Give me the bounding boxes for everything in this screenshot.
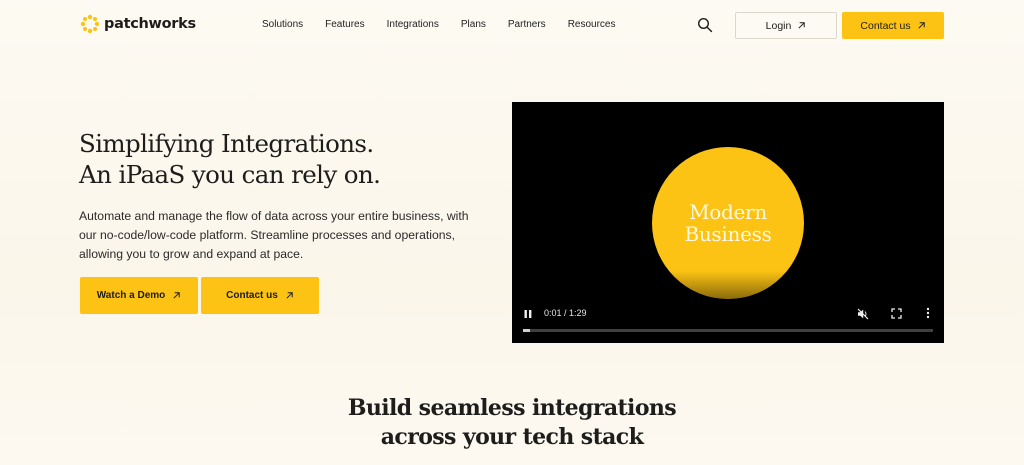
hero-title-line-2: An iPaaS you can rely on. <box>79 160 381 189</box>
header-contact-button[interactable]: Contact us <box>842 12 944 39</box>
fullscreen-icon[interactable] <box>891 308 902 319</box>
video-time: 0:01 / 1:29 <box>544 308 587 318</box>
section-title-line-1: Build seamless integrations <box>347 395 677 421</box>
login-button[interactable]: Login <box>735 12 837 39</box>
more-options-icon[interactable] <box>923 307 933 319</box>
nav-features[interactable]: Features <box>325 19 364 30</box>
muted-volume-icon[interactable] <box>857 308 869 320</box>
section-title-line-2: across your tech stack <box>380 424 644 450</box>
arrow-up-right-icon <box>286 292 293 299</box>
nav-resources[interactable]: Resources <box>568 19 616 30</box>
logo[interactable]: patchworks <box>80 14 196 34</box>
hero-buttons: Watch a Demo Contact us <box>80 277 319 314</box>
hero-title-line-1: Simplifying Integrations. <box>79 129 374 158</box>
hero-contact-label: Contact us <box>226 290 278 301</box>
hero-contact-button[interactable]: Contact us <box>201 277 319 314</box>
arrow-up-right-icon <box>173 292 180 299</box>
nav-solutions[interactable]: Solutions <box>262 19 303 30</box>
nav-plans[interactable]: Plans <box>461 19 486 30</box>
header-contact-label: Contact us <box>860 19 911 32</box>
nav-integrations[interactable]: Integrations <box>387 19 439 30</box>
hero-title: Simplifying Integrations. An iPaaS you c… <box>79 128 381 190</box>
video-frame-line-1: Modern <box>689 200 767 224</box>
login-button-label: Login <box>765 19 792 32</box>
video-progress-fill <box>523 329 530 332</box>
section-title: Build seamless integrations across your … <box>0 394 1024 452</box>
video-player[interactable]: Modern Business 0:01 / 1:29 <box>512 102 944 343</box>
logo-text: patchworks <box>104 16 196 32</box>
site-header: patchworks Solutions Features Integratio… <box>0 0 1024 52</box>
watch-demo-button[interactable]: Watch a Demo <box>80 277 198 314</box>
search-icon[interactable] <box>697 17 713 33</box>
nav-partners[interactable]: Partners <box>508 19 546 30</box>
main-nav: Solutions Features Integrations Plans Pa… <box>262 19 638 30</box>
video-frame-text: Modern Business <box>652 201 804 245</box>
hero-description: Automate and manage the flow of data acr… <box>79 209 469 261</box>
video-controls: 0:01 / 1:29 <box>512 303 944 343</box>
arrow-up-right-icon <box>918 22 925 29</box>
watch-demo-label: Watch a Demo <box>96 290 166 301</box>
video-frame-line-2: Business <box>684 222 772 246</box>
pause-icon[interactable] <box>523 309 533 319</box>
patchworks-logo-icon <box>80 14 100 34</box>
video-progress-bar[interactable] <box>523 329 933 332</box>
video-frame-circle: Modern Business <box>652 147 804 299</box>
arrow-up-right-icon <box>798 22 806 29</box>
